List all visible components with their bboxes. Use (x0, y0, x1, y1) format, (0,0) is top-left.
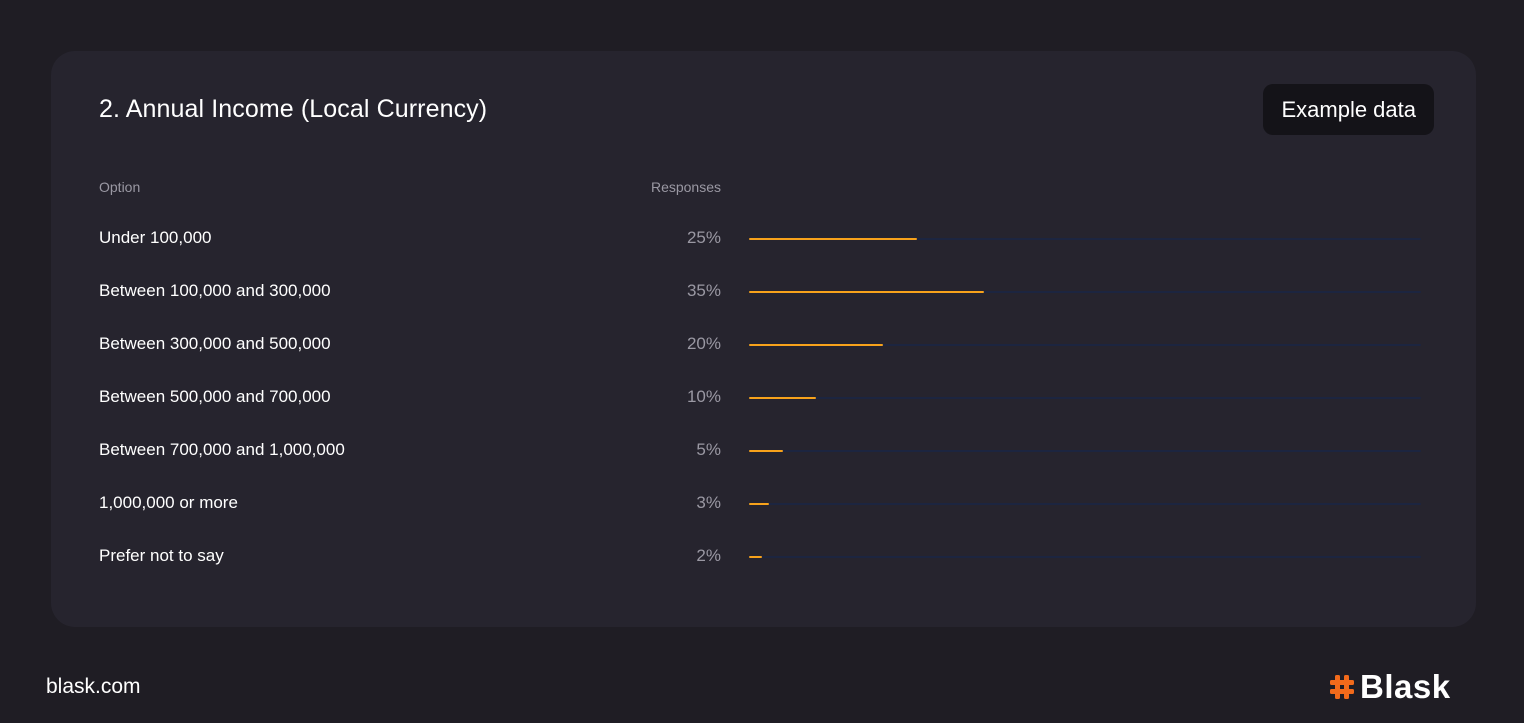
example-data-badge: Example data (1263, 84, 1434, 135)
hash-icon (1330, 674, 1354, 699)
option-label: Under 100,000 (99, 228, 212, 247)
bar-fill (749, 397, 817, 399)
column-header-option: Option (99, 179, 141, 195)
response-percent: 5% (696, 440, 721, 459)
bar-track (749, 503, 1421, 505)
bar-fill (749, 556, 763, 558)
option-label: Between 100,000 and 300,000 (99, 281, 331, 300)
response-row: Under 100,000 25% (51, 224, 1476, 254)
bar-track (749, 238, 1421, 240)
bar-track (749, 556, 1421, 558)
bar-fill (749, 291, 985, 293)
bar-track (749, 291, 1421, 293)
bar-fill (749, 450, 783, 452)
option-label: Between 700,000 and 1,000,000 (99, 440, 345, 459)
response-percent: 25% (686, 228, 721, 247)
bar-fill (749, 344, 884, 346)
response-percent: 2% (696, 546, 721, 565)
bar-fill (749, 238, 917, 240)
option-label: 1,000,000 or more (99, 493, 238, 512)
response-percent: 10% (686, 387, 721, 406)
response-row: Between 300,000 and 500,000 20% (51, 330, 1476, 360)
bar-track (749, 397, 1421, 399)
option-label: Prefer not to say (99, 546, 224, 565)
response-row: 1,000,000 or more 3% (51, 489, 1476, 519)
blask-logo: Blask (1328, 670, 1451, 703)
response-percent: 3% (696, 493, 721, 512)
response-percent: 35% (686, 281, 721, 300)
bar-track (749, 450, 1421, 452)
option-label: Between 300,000 and 500,000 (99, 334, 331, 353)
response-percent: 20% (686, 334, 721, 353)
bar-fill (749, 503, 770, 505)
column-header-responses: Responses (650, 179, 721, 195)
response-row: Between 700,000 and 1,000,000 5% (51, 436, 1476, 466)
card-title: 2. Annual Income (Local Currency) (99, 95, 488, 123)
logo-wordmark: Blask (1360, 668, 1451, 705)
footer-url[interactable]: blask.com (46, 675, 141, 699)
response-row: Prefer not to say 2% (51, 542, 1476, 572)
response-row: Between 500,000 and 700,000 10% (51, 383, 1476, 413)
bar-track (749, 344, 1421, 346)
survey-card: 2. Annual Income (Local Currency) Exampl… (51, 51, 1476, 627)
response-row: Between 100,000 and 300,000 35% (51, 277, 1476, 307)
option-label: Between 500,000 and 700,000 (99, 387, 331, 406)
